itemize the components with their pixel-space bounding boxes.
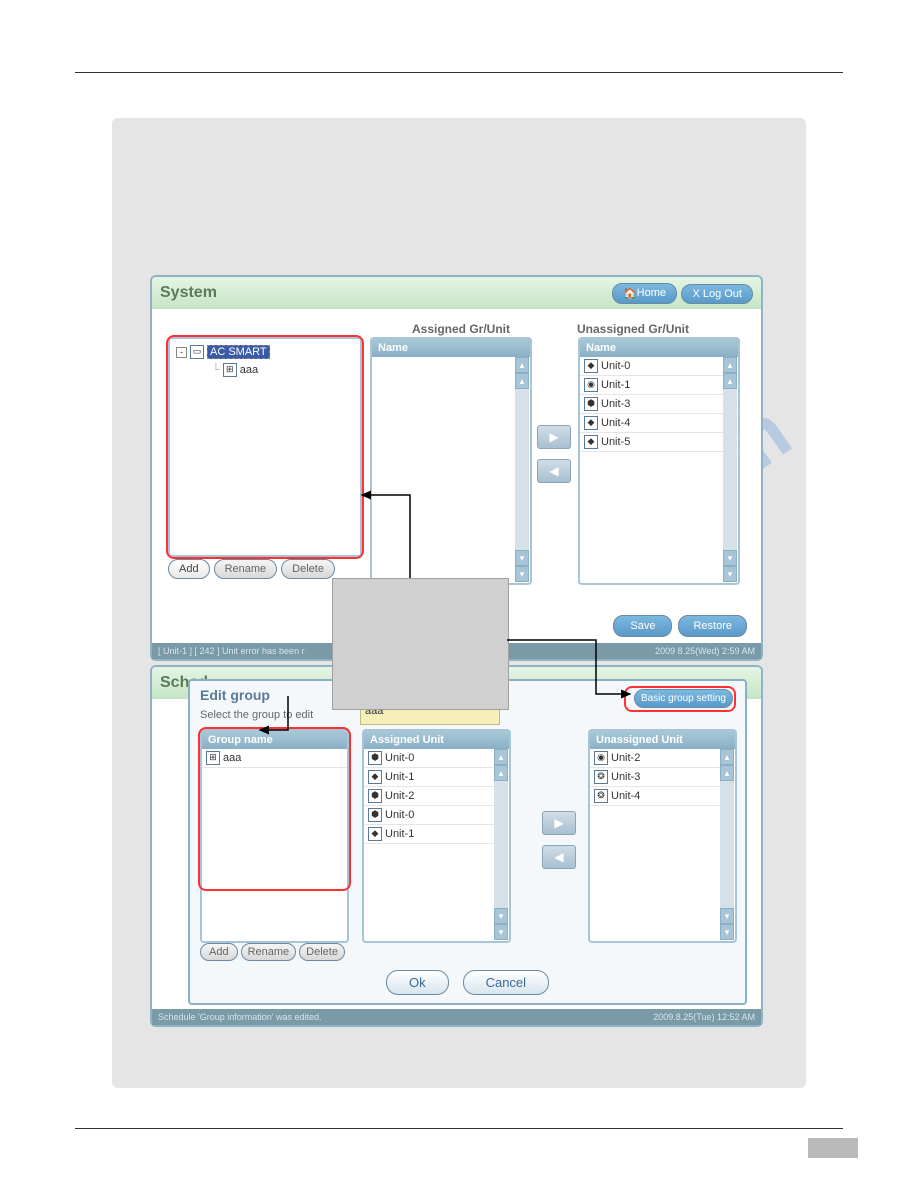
- dialog-buttons: Ok Cancel: [190, 970, 745, 995]
- rename-button[interactable]: Rename: [241, 943, 297, 961]
- unit-icon: ⬢: [368, 751, 382, 765]
- assigned-unit-header: Assigned Unit: [364, 731, 509, 749]
- schedule-window: Sched Edit group Select the group to edi…: [150, 665, 763, 1027]
- home-button[interactable]: 🏠 Home: [612, 283, 677, 304]
- unit-icon: ◆: [584, 416, 598, 430]
- basic-group-button[interactable]: Basic group setting: [634, 689, 733, 708]
- list-item[interactable]: ⊞aaa: [202, 749, 347, 768]
- add-button[interactable]: Add: [168, 559, 210, 579]
- assigned-label: Assigned Gr/Unit: [412, 322, 510, 336]
- unassigned-unit-scrollbar[interactable]: ▴▴▾▾: [720, 749, 734, 940]
- list-item[interactable]: ❂Unit-4: [590, 787, 735, 806]
- schedule-statusbar: Schedule 'Group information' was edited.…: [152, 1009, 761, 1025]
- assigned-unit-panel: Assigned Unit ⬢Unit-0 ◆Unit-1 ⬢Unit-2 ⬢U…: [362, 729, 511, 943]
- tree-buttons: Add Rename Delete: [168, 559, 335, 579]
- list-item[interactable]: ◆Unit-4: [580, 414, 738, 433]
- save-button[interactable]: Save: [613, 615, 672, 637]
- assigned-header: Name: [372, 339, 530, 357]
- move-left-button[interactable]: ◀: [542, 845, 576, 869]
- restore-button[interactable]: Restore: [678, 615, 747, 637]
- logout-button[interactable]: X Log Out: [681, 284, 753, 304]
- assigned-unit-scrollbar[interactable]: ▴▴▾▾: [494, 749, 508, 940]
- system-title: System: [160, 284, 217, 302]
- list-item[interactable]: ◉Unit-2: [590, 749, 735, 768]
- transfer-buttons-2: ▶ ◀: [542, 811, 576, 869]
- unit-icon: ◉: [584, 378, 598, 392]
- unit-icon: ◆: [368, 827, 382, 841]
- unassigned-unit-panel: Unassigned Unit ◉Unit-2 ❂Unit-3 ❂Unit-4 …: [588, 729, 737, 943]
- unit-icon: ⬢: [368, 808, 382, 822]
- list-item[interactable]: ◆Unit-1: [364, 825, 509, 844]
- list-item[interactable]: ⬢Unit-0: [364, 806, 509, 825]
- rename-button[interactable]: Rename: [214, 559, 278, 579]
- unit-icon: ◉: [594, 751, 608, 765]
- list-item[interactable]: ⬢Unit-3: [580, 395, 738, 414]
- unit-icon: ⬢: [584, 397, 598, 411]
- footer-rule: [75, 1128, 843, 1129]
- groupname-panel: Group name ⊞aaa: [200, 729, 349, 943]
- list-item[interactable]: ◆Unit-0: [580, 357, 738, 376]
- list-item[interactable]: ❂Unit-3: [590, 768, 735, 787]
- group-icon: ⊞: [206, 751, 220, 765]
- callout-box: [332, 578, 509, 710]
- save-restore: Save Restore: [613, 615, 747, 637]
- unassigned-label: Unassigned Gr/Unit: [577, 322, 689, 336]
- assigned-scrollbar[interactable]: ▴▴▾▾: [515, 357, 529, 582]
- group-icon: ⊞: [223, 363, 237, 377]
- unit-icon: ❂: [594, 789, 608, 803]
- unassigned-panel: Name ◆Unit-0 ◉Unit-1 ⬢Unit-3 ◆Unit-4 ◆Un…: [578, 337, 740, 585]
- tree-panel: - ▭ AC SMART └ ⊞ aaa: [168, 337, 362, 557]
- delete-button[interactable]: Delete: [299, 943, 345, 961]
- tree-root[interactable]: - ▭ AC SMART: [174, 343, 356, 361]
- edit-group-dialog: Edit group Select the group to edit Grou…: [188, 679, 747, 1005]
- unassigned-header: Name: [580, 339, 738, 357]
- unit-icon: ⬢: [368, 789, 382, 803]
- system-titlebar: System 🏠 Home X Log Out: [152, 277, 761, 309]
- groupname-header: Group name: [202, 731, 347, 749]
- unit-icon: ◆: [368, 770, 382, 784]
- unassigned-unit-header: Unassigned Unit: [590, 731, 735, 749]
- list-item[interactable]: ◆Unit-5: [580, 433, 738, 452]
- tree-child[interactable]: └ ⊞ aaa: [210, 361, 360, 379]
- header-rule: [75, 72, 843, 73]
- unit-icon: ◆: [584, 359, 598, 373]
- add-button[interactable]: Add: [200, 943, 238, 961]
- unit-icon: ◆: [584, 435, 598, 449]
- ok-button[interactable]: Ok: [386, 970, 449, 995]
- group-buttons: Add Rename Delete: [200, 943, 345, 961]
- cancel-button[interactable]: Cancel: [463, 970, 549, 995]
- page-tab: [808, 1138, 858, 1158]
- move-right-button[interactable]: ▶: [542, 811, 576, 835]
- move-left-button[interactable]: ◀: [537, 459, 571, 483]
- list-item[interactable]: ⬢Unit-2: [364, 787, 509, 806]
- list-item[interactable]: ⬢Unit-0: [364, 749, 509, 768]
- unit-icon: ❂: [594, 770, 608, 784]
- device-icon: ▭: [190, 345, 204, 359]
- move-right-button[interactable]: ▶: [537, 425, 571, 449]
- delete-button[interactable]: Delete: [281, 559, 335, 579]
- assigned-panel: Name ▴▴▾▾: [370, 337, 532, 585]
- unassigned-scrollbar[interactable]: ▴▴▾▾: [723, 357, 737, 582]
- transfer-buttons: ▶ ◀: [537, 425, 571, 483]
- list-item[interactable]: ◆Unit-1: [364, 768, 509, 787]
- list-item[interactable]: ◉Unit-1: [580, 376, 738, 395]
